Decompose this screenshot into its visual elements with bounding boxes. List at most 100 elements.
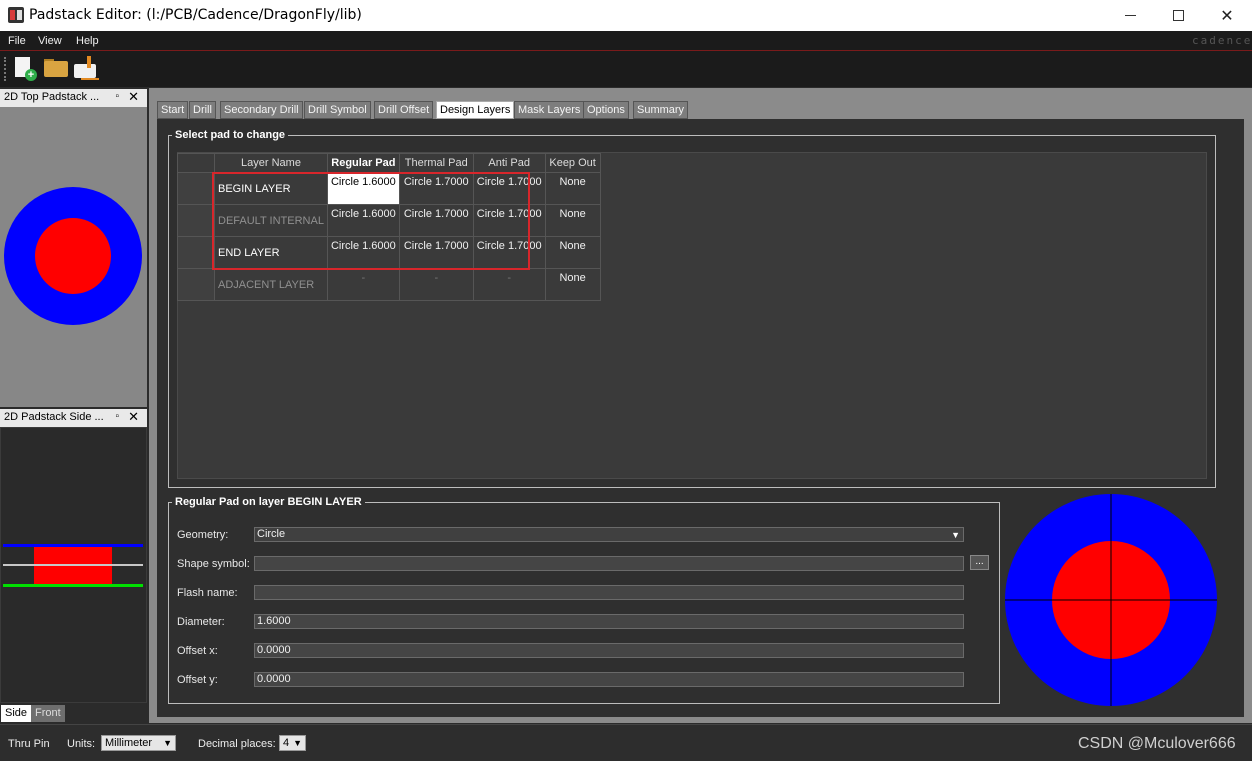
column-header-anti-pad[interactable]: Anti Pad	[472, 153, 546, 173]
maximize-button[interactable]	[1153, 0, 1203, 31]
save-folder-icon[interactable]	[73, 56, 99, 82]
units-value: Millimeter	[105, 737, 153, 749]
geometry-select[interactable]: Circle ▼	[254, 527, 964, 542]
anti-pad-cell[interactable]: Circle 1.7000	[472, 172, 546, 205]
thermal-pad-cell[interactable]: Circle 1.7000	[398, 204, 474, 237]
keep-out-cell[interactable]: None	[544, 236, 601, 269]
tab-options[interactable]: Options	[583, 101, 629, 119]
tab-design-layers[interactable]: Design Layers	[436, 101, 515, 119]
close-icon: ✕	[1220, 7, 1234, 25]
close-icon[interactable]: ✕	[128, 89, 139, 105]
units-select[interactable]: Millimeter ▼	[101, 735, 176, 751]
menu-view[interactable]: View	[38, 35, 62, 47]
table-header-row: Layer Name Regular Pad Thermal Pad Anti …	[177, 153, 601, 173]
top-layer-line	[3, 544, 143, 547]
table-row: DEFAULT INTERNAL Circle 1.6000 Circle 1.…	[177, 204, 601, 237]
tab-side[interactable]: Side	[1, 705, 32, 722]
chevron-down-icon: ▼	[163, 738, 172, 748]
keep-out-cell[interactable]: None	[544, 204, 601, 237]
column-header-layer-name[interactable]: Layer Name	[214, 153, 328, 173]
chevron-down-icon: ▼	[951, 530, 960, 540]
shape-symbol-label: Shape symbol:	[177, 558, 250, 570]
anti-pad-cell[interactable]: Circle 1.7000	[472, 204, 546, 237]
chevron-down-icon: ▼	[293, 738, 302, 748]
column-header-thermal-pad[interactable]: Thermal Pad	[398, 153, 474, 173]
offset-x-label: Offset x:	[177, 645, 218, 657]
select-pad-group-title: Select pad to change	[172, 129, 289, 141]
keep-out-cell[interactable]: None	[544, 172, 601, 205]
table-row: END LAYER Circle 1.6000 Circle 1.7000 Ci…	[177, 236, 601, 269]
offset-x-input[interactable]: 0.0000	[254, 643, 964, 658]
flash-name-input[interactable]	[254, 585, 964, 600]
minimize-button[interactable]	[1105, 0, 1155, 31]
thermal-pad-cell[interactable]: Circle 1.7000	[398, 236, 474, 269]
minimize-icon	[1124, 15, 1136, 16]
regular-pad-cell[interactable]: -	[326, 268, 400, 301]
side-view-drawing	[3, 544, 143, 587]
table-row: BEGIN LAYER Circle 1.6000 Circle 1.7000 …	[177, 172, 601, 205]
column-header-regular-pad[interactable]: Regular Pad	[326, 153, 400, 173]
regular-pad-cell[interactable]: Circle 1.6000	[326, 236, 400, 269]
tab-drill-symbol[interactable]: Drill Symbol	[304, 101, 371, 119]
top-view-canvas	[0, 107, 147, 407]
bottom-layer-line	[3, 584, 143, 587]
open-folder-icon[interactable]	[43, 56, 69, 82]
float-icon[interactable]: ▫	[115, 411, 119, 422]
thermal-pad-cell[interactable]: Circle 1.7000	[398, 172, 474, 205]
tab-mask-layers[interactable]: Mask Layers	[514, 101, 585, 119]
float-icon[interactable]: ▫	[115, 91, 119, 102]
tab-summary[interactable]: Summary	[633, 101, 689, 119]
layer-name-cell[interactable]: ADJACENT LAYER	[214, 268, 328, 301]
cadence-logo: cadence	[1192, 34, 1252, 47]
corner-header	[177, 153, 215, 173]
layer-name-cell[interactable]: DEFAULT INTERNAL	[214, 204, 328, 237]
dock-side-view-label: 2D Padstack Side ...	[4, 411, 104, 423]
close-icon[interactable]: ✕	[128, 409, 139, 425]
browse-button[interactable]: ...	[970, 555, 989, 570]
top-view-drawing	[4, 187, 142, 325]
offset-y-label: Offset y:	[177, 674, 218, 686]
toolbar: +	[0, 51, 1252, 87]
tab-start[interactable]: Start	[157, 101, 189, 119]
close-button[interactable]: ✕	[1202, 0, 1252, 31]
pad-circle	[35, 218, 111, 294]
regular-pad-cell[interactable]: Circle 1.6000	[326, 172, 400, 205]
flash-name-label: Flash name:	[177, 587, 238, 599]
anti-pad-cell[interactable]: Circle 1.7000	[472, 236, 546, 269]
geometry-label: Geometry:	[177, 529, 229, 541]
units-label: Units:	[67, 738, 96, 750]
menu-help[interactable]: Help	[76, 35, 99, 47]
anti-pad-cell[interactable]: -	[472, 268, 546, 301]
layer-name-cell[interactable]: END LAYER	[214, 236, 328, 269]
offset-y-input[interactable]: 0.0000	[254, 672, 964, 687]
dock-top-view-title: 2D Top Padstack ... ▫ ✕	[0, 89, 147, 107]
tab-drill-offset[interactable]: Drill Offset	[374, 101, 434, 119]
pad-table: Layer Name Regular Pad Thermal Pad Anti …	[177, 153, 601, 301]
tab-front[interactable]: Front	[31, 705, 65, 722]
column-header-keep-out[interactable]: Keep Out	[544, 153, 601, 173]
maximize-icon	[1172, 10, 1184, 21]
dock-top-view-label: 2D Top Padstack ...	[4, 91, 100, 103]
regular-pad-group-title: Regular Pad on layer BEGIN LAYER	[172, 496, 365, 508]
row-header[interactable]	[177, 236, 215, 269]
decimal-places-select[interactable]: 4 ▼	[279, 735, 306, 751]
diameter-input[interactable]: 1.6000	[254, 614, 964, 629]
tab-drill[interactable]: Drill	[189, 101, 216, 119]
keep-out-cell[interactable]: None	[544, 268, 601, 301]
shape-symbol-input[interactable]	[254, 556, 964, 571]
internal-layer-line	[3, 564, 143, 566]
thermal-pad-cell[interactable]: -	[398, 268, 474, 301]
table-row: ADJACENT LAYER - - - None	[177, 268, 601, 301]
row-header[interactable]	[177, 204, 215, 237]
row-header[interactable]	[177, 172, 215, 205]
pin-type-label: Thru Pin	[8, 738, 50, 750]
layer-name-cell[interactable]: BEGIN LAYER	[214, 172, 328, 205]
regular-pad-cell[interactable]: Circle 1.6000	[326, 204, 400, 237]
dock-side-view-title: 2D Padstack Side ... ▫ ✕	[0, 409, 147, 427]
tab-secondary-drill[interactable]: Secondary Drill	[220, 101, 303, 119]
menu-file[interactable]: File	[8, 35, 26, 47]
toolbar-grip[interactable]	[4, 57, 7, 81]
watermark: CSDN @Mculover666	[1078, 735, 1236, 752]
row-header[interactable]	[177, 268, 215, 301]
new-file-icon[interactable]: +	[12, 56, 38, 82]
